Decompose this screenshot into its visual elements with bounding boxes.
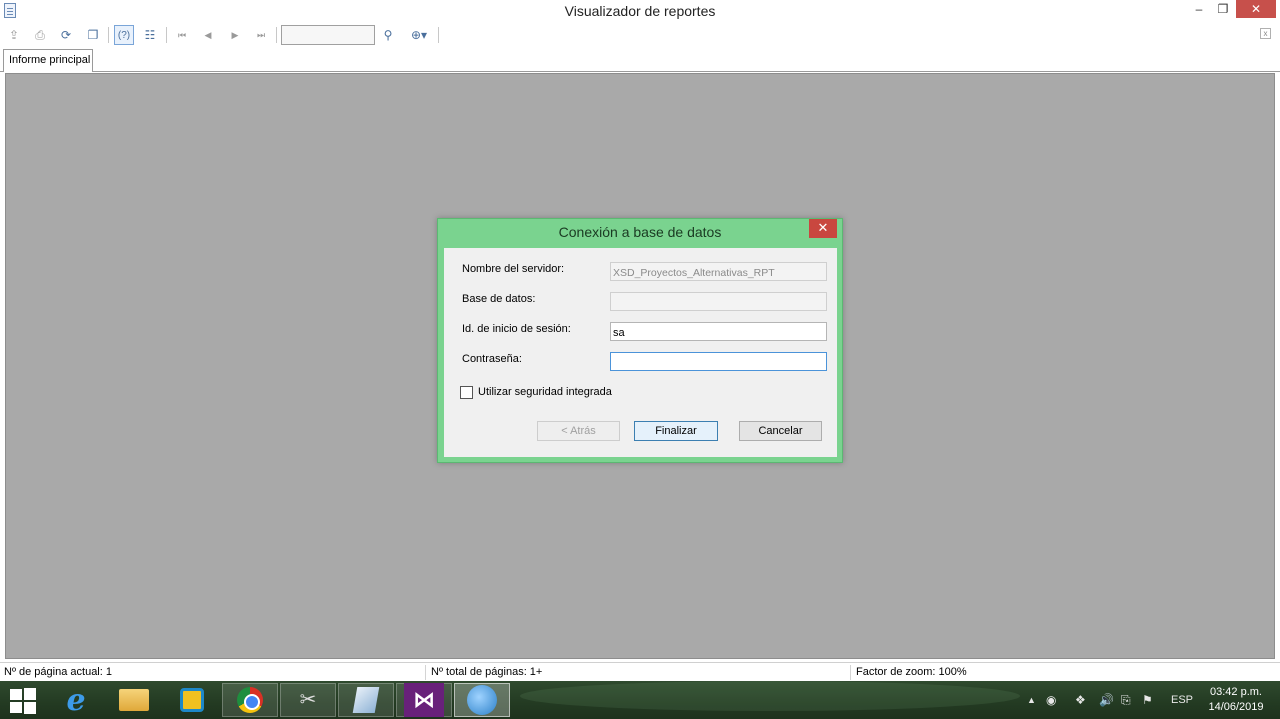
- close-view-icon[interactable]: x: [1260, 28, 1271, 39]
- print-icon[interactable]: ⎙: [30, 25, 50, 45]
- dialog-close-button[interactable]: ✕: [809, 219, 837, 238]
- toolbar-separator: [276, 27, 277, 43]
- toolbar-separator: [166, 27, 167, 43]
- help-icon[interactable]: (?): [114, 25, 134, 45]
- status-separator: [850, 665, 851, 680]
- close-button[interactable]: ✕: [1236, 0, 1276, 18]
- login-label: Id. de inicio de sesión:: [462, 323, 571, 335]
- group-tree-icon[interactable]: ☷: [140, 25, 160, 45]
- cancel-button[interactable]: Cancelar: [739, 421, 822, 441]
- report-toolbar: ⇪ ⎙ ⟳ ❐ (?) ☷ ⏮ ◀ ▶ ⏭ ⚲ ⊕▾ x: [0, 22, 1280, 48]
- server-label: Nombre del servidor:: [462, 263, 565, 275]
- database-field: [610, 292, 827, 311]
- clock[interactable]: 03:42 p.m. 14/06/2019: [1200, 685, 1272, 715]
- page-number-input[interactable]: [281, 25, 375, 45]
- clock-date: 14/06/2019: [1208, 701, 1264, 713]
- first-page-icon[interactable]: ⏮: [172, 25, 192, 45]
- status-separator: [425, 665, 426, 680]
- internet-explorer-icon[interactable]: e: [48, 683, 104, 718]
- network-icon[interactable]: ⎘: [1121, 693, 1131, 708]
- network-globe-icon[interactable]: ◉: [1046, 693, 1056, 707]
- login-field[interactable]: [610, 322, 827, 341]
- export-icon[interactable]: ⇪: [4, 25, 24, 45]
- dialog-body: Nombre del servidor: Base de datos: Id. …: [444, 248, 837, 457]
- tools-icon[interactable]: ✂: [280, 683, 336, 717]
- previous-page-icon[interactable]: ◀: [198, 25, 218, 45]
- status-bar: Nº de página actual: 1 Nº total de págin…: [0, 662, 1280, 681]
- minimize-button[interactable]: ‒: [1186, 0, 1212, 18]
- window-title: Visualizador de reportes: [564, 3, 716, 19]
- copy-icon[interactable]: ❐: [83, 25, 103, 45]
- total-pages-status: Nº total de páginas: 1+: [431, 666, 543, 678]
- toolbar-separator: [438, 27, 439, 43]
- windows-start-icon[interactable]: [8, 687, 38, 714]
- clock-time: 03:42 p.m.: [1210, 686, 1262, 698]
- toolbar-separator: [108, 27, 109, 43]
- refresh-icon[interactable]: ⟳: [56, 25, 76, 45]
- report-tabs: Informe principal: [0, 48, 1280, 72]
- title-bar: Visualizador de reportes ‒ ❐ ✕: [0, 0, 1280, 22]
- visual-studio-icon[interactable]: ⋈: [396, 683, 452, 717]
- password-label: Contraseña:: [462, 353, 522, 365]
- zoom-icon[interactable]: ⊕▾: [405, 25, 433, 45]
- action-center-icon[interactable]: ⚑: [1142, 693, 1153, 707]
- show-hidden-icons-icon[interactable]: ▲: [1027, 695, 1036, 705]
- chrome-icon[interactable]: [222, 683, 278, 717]
- password-field[interactable]: [610, 352, 827, 371]
- database-label: Base de datos:: [462, 293, 536, 305]
- next-page-icon[interactable]: ▶: [225, 25, 245, 45]
- find-icon[interactable]: ⚲: [378, 25, 398, 45]
- language-indicator[interactable]: ESP: [1171, 694, 1193, 706]
- database-connection-dialog: Conexión a base de datos ✕ Nombre del se…: [437, 218, 843, 463]
- current-page-status: Nº de página actual: 1: [4, 666, 112, 678]
- integrated-security-checkbox[interactable]: [460, 386, 473, 399]
- back-button[interactable]: < Atrás: [537, 421, 620, 441]
- file-explorer-icon[interactable]: [106, 683, 162, 717]
- last-page-icon[interactable]: ⏭: [251, 25, 271, 45]
- integrated-security-label[interactable]: Utilizar seguridad integrada: [478, 386, 612, 398]
- tab-informe-principal[interactable]: Informe principal: [3, 49, 93, 72]
- dropbox-icon[interactable]: ❖: [1075, 693, 1086, 707]
- book-icon[interactable]: [338, 683, 394, 717]
- zoom-status: Factor de zoom: 100%: [856, 666, 967, 678]
- yellow-app-icon[interactable]: [164, 683, 220, 717]
- maximize-button[interactable]: ❐: [1212, 0, 1234, 18]
- server-field: [610, 262, 827, 281]
- finish-button[interactable]: Finalizar: [634, 421, 718, 441]
- taskbar: e ✂ ⋈ ▲ ◉ ❖ 🔊 ⎘ ⚑ ESP 03:42 p.m. 14/06/2…: [0, 681, 1280, 719]
- dialog-title: Conexión a base de datos: [558, 224, 722, 240]
- web-app-icon[interactable]: [454, 683, 510, 717]
- volume-icon[interactable]: 🔊: [1099, 693, 1114, 707]
